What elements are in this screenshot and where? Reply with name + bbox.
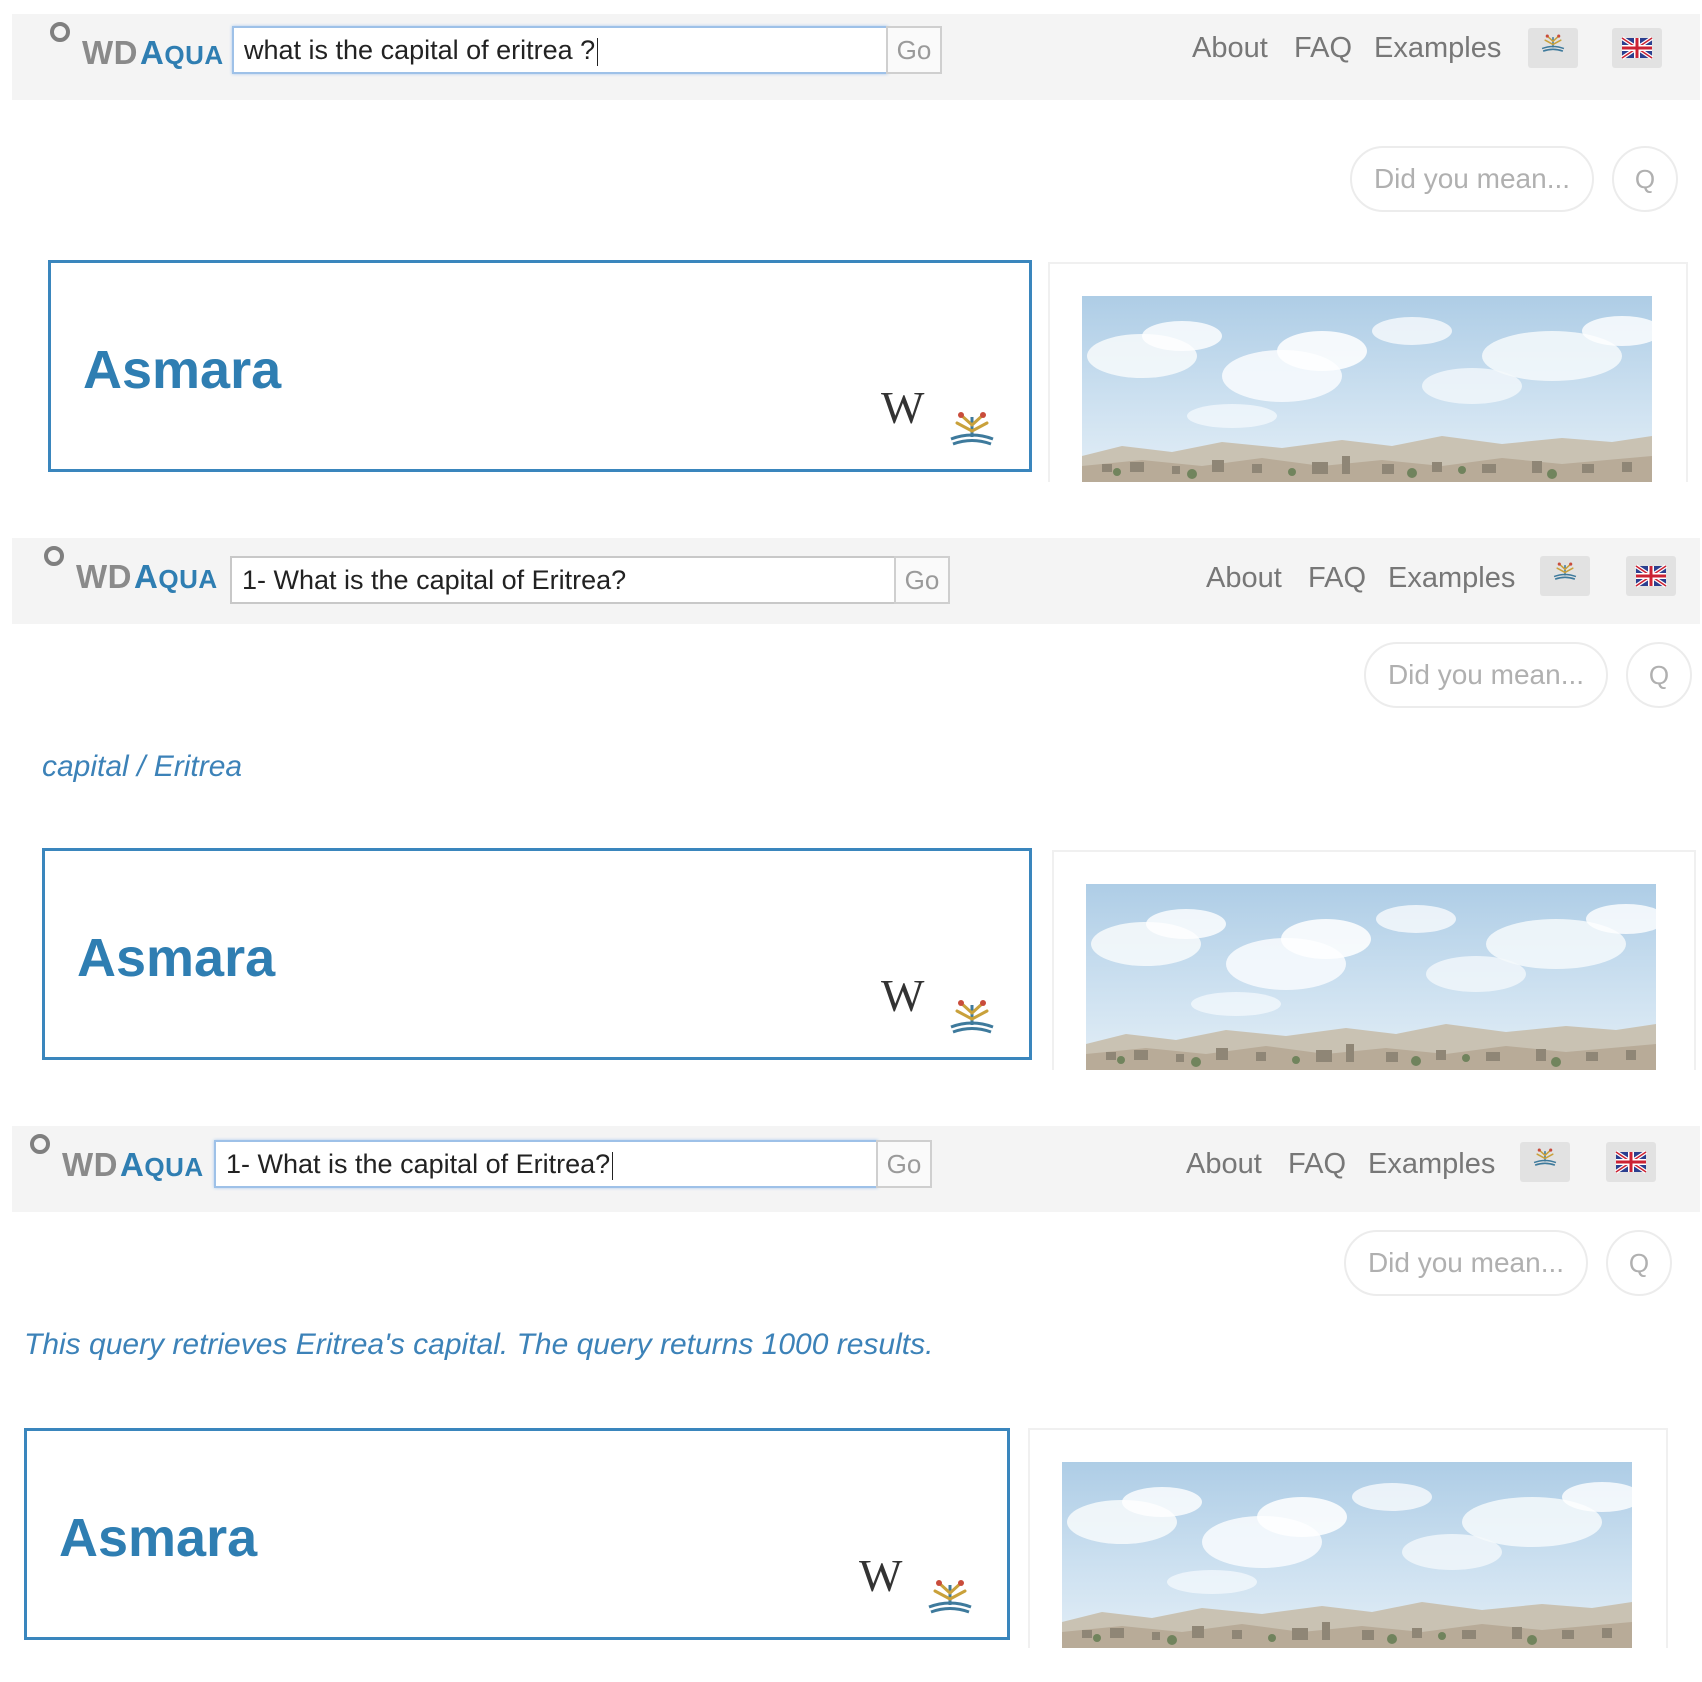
uk-flag-icon[interactable] [1612,28,1662,68]
answer-text[interactable]: Asmara [83,339,281,401]
text-cursor [597,37,599,66]
nav-examples[interactable]: Examples [1368,1148,1495,1181]
wikipedia-icon[interactable]: W [859,1549,902,1602]
result-panel-3: WD AQUA 1- What is the capital of Eritre… [0,1126,1702,1682]
query-q-button[interactable]: Q [1626,642,1692,708]
query-q-button[interactable]: Q [1606,1230,1672,1296]
answer-text[interactable]: Asmara [77,927,275,989]
image-card [1052,850,1696,1070]
text-cursor [612,1151,614,1180]
search-input[interactable]: 1- What is the capital of Eritrea? [230,556,896,604]
answer-card[interactable]: Asmara W [24,1428,1010,1640]
did-you-mean-button[interactable]: Did you mean... [1350,146,1594,212]
answer-card[interactable]: Asmara W [48,260,1032,472]
logo-wd-text: WD [76,558,132,595]
image-card [1028,1428,1668,1648]
did-you-mean-button[interactable]: Did you mean... [1344,1230,1588,1296]
wikidata-language-icon[interactable] [1520,1142,1570,1182]
logo-wd-text: WD [62,1146,118,1183]
answer-card[interactable]: Asmara W [42,848,1032,1060]
nav-examples[interactable]: Examples [1388,562,1515,595]
nav-about[interactable]: About [1206,562,1282,595]
navbar: WD AQUA 1- What is the capital of Eritre… [12,538,1700,624]
wikidata-icon[interactable] [947,999,997,1037]
logo-aqua-text: AQUA [120,1146,204,1183]
nav-about[interactable]: About [1186,1148,1262,1181]
search-input[interactable]: 1- What is the capital of Eritrea? [214,1140,878,1188]
query-q-button[interactable]: Q [1612,146,1678,212]
asmara-photo [1082,296,1652,482]
answer-text[interactable]: Asmara [59,1507,257,1569]
wikipedia-icon[interactable]: W [881,969,924,1022]
logo-aqua-text: AQUA [140,34,224,71]
go-button[interactable]: Go [894,556,950,604]
uk-flag-icon[interactable] [1626,556,1676,596]
go-button[interactable]: Go [876,1140,932,1188]
nav-examples[interactable]: Examples [1374,32,1501,65]
navbar: WD AQUA what is the capital of eritrea ?… [12,14,1700,100]
wikipedia-icon[interactable]: W [881,381,924,434]
logo-ring-icon [44,546,64,566]
go-button[interactable]: Go [886,26,942,74]
asmara-photo [1086,884,1656,1070]
wikidata-language-icon[interactable] [1528,28,1578,68]
logo-wd-text: WD [82,34,138,71]
nav-about[interactable]: About [1192,32,1268,65]
result-panel-1: WD AQUA what is the capital of eritrea ?… [0,0,1702,482]
logo-aqua-text: AQUA [134,558,218,595]
result-panel-2: WD AQUA 1- What is the capital of Eritre… [0,538,1702,1078]
uk-flag-icon[interactable] [1606,1142,1656,1182]
search-input[interactable]: what is the capital of eritrea ? [232,26,888,74]
asmara-photo [1062,1462,1632,1648]
logo-ring-icon [30,1134,50,1154]
wikidata-language-icon[interactable] [1540,556,1590,596]
nav-faq[interactable]: FAQ [1288,1148,1346,1181]
nav-faq[interactable]: FAQ [1308,562,1366,595]
image-card [1048,262,1688,482]
wikidata-icon[interactable] [925,1579,975,1617]
nav-faq[interactable]: FAQ [1294,32,1352,65]
wikidata-icon[interactable] [947,411,997,449]
navbar: WD AQUA 1- What is the capital of Eritre… [12,1126,1700,1212]
did-you-mean-button[interactable]: Did you mean... [1364,642,1608,708]
logo-ring-icon [50,22,70,42]
query-interpretation[interactable]: capital / Eritrea [42,750,242,784]
query-interpretation[interactable]: This query retrieves Eritrea's capital. … [24,1328,933,1362]
